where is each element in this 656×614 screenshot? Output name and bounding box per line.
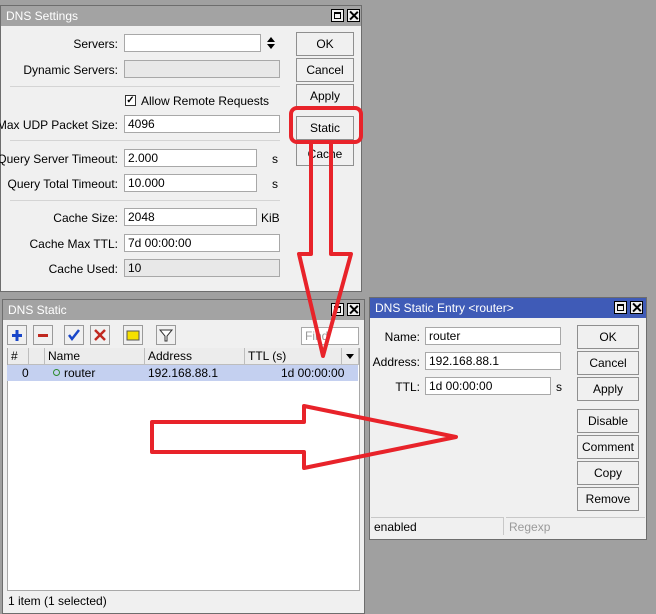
servers-label: Servers:	[73, 37, 118, 51]
cache-max-ttl-label: Cache Max TTL:	[29, 237, 118, 251]
allow-remote-label: Allow Remote Requests	[141, 94, 270, 108]
comment-button[interactable]	[123, 325, 143, 345]
maximize-icon[interactable]	[614, 301, 627, 314]
column-menu-button[interactable]	[342, 348, 359, 365]
dns-static-titlebar[interactable]: DNS Static	[3, 300, 364, 320]
cache-size-unit: KiB	[261, 211, 280, 225]
cache-button[interactable]: Cache	[296, 142, 354, 166]
separator	[10, 140, 280, 141]
entry-address-input[interactable]: 192.168.88.1	[425, 352, 561, 370]
x-icon	[94, 329, 106, 341]
filter-button[interactable]	[156, 325, 176, 345]
col-name-header[interactable]: Name	[45, 348, 145, 365]
entry-name-label: Name:	[384, 330, 420, 344]
seconds-unit: s	[272, 152, 278, 166]
query-server-timeout-input[interactable]: 2.000	[124, 149, 257, 167]
close-icon[interactable]	[347, 9, 360, 22]
separator	[10, 200, 280, 201]
table-area	[7, 348, 360, 591]
maximize-icon[interactable]	[331, 303, 344, 316]
cache-size-label: Cache Size:	[53, 211, 118, 225]
add-button[interactable]	[7, 325, 27, 345]
entry-address-label: Address:	[372, 355, 420, 369]
dynamic-servers-label: Dynamic Servers:	[23, 63, 118, 77]
entry-cancel-button[interactable]: Cancel	[577, 351, 639, 375]
entry-ok-button[interactable]: OK	[577, 325, 639, 349]
max-udp-label: Max UDP Packet Size:	[0, 118, 118, 132]
query-server-timeout-label: Query Server Timeout:	[0, 152, 118, 166]
cache-used-label: Cache Used:	[48, 262, 118, 276]
col-hash-header[interactable]: #	[8, 348, 29, 365]
entry-name-input[interactable]: router	[425, 327, 561, 345]
check-icon	[68, 329, 80, 342]
static-entry-titlebar[interactable]: DNS Static Entry <router>	[370, 298, 646, 318]
updown-icon[interactable]	[266, 36, 276, 50]
enabled-entry-icon	[53, 369, 60, 376]
separator	[10, 86, 280, 87]
entry-status-enabled: enabled	[371, 517, 504, 535]
close-icon[interactable]	[630, 301, 643, 314]
dns-settings-title: DNS Settings	[6, 9, 79, 23]
seconds-unit: s	[272, 177, 278, 191]
col-ttl-header[interactable]: TTL (s)	[245, 348, 342, 365]
cache-size-input[interactable]: 2048	[124, 208, 257, 226]
cancel-button[interactable]: Cancel	[296, 58, 354, 82]
disable-button[interactable]	[90, 325, 110, 345]
entry-status-regexp: Regexp	[506, 517, 645, 535]
entry-remove-button[interactable]: Remove	[577, 487, 639, 511]
dropdown-icon	[346, 354, 354, 359]
dns-static-status: 1 item (1 selected)	[8, 594, 107, 608]
filter-icon	[158, 329, 174, 342]
minus-icon	[38, 334, 48, 337]
close-icon[interactable]	[347, 303, 360, 316]
note-icon	[126, 330, 140, 341]
static-entry-title: DNS Static Entry <router>	[375, 301, 514, 315]
entry-ttl-input[interactable]: 1d 00:00:00	[425, 377, 551, 395]
entry-disable-button[interactable]: Disable	[577, 409, 639, 433]
entry-copy-button[interactable]: Copy	[577, 461, 639, 485]
plus-icon	[12, 330, 22, 341]
servers-input[interactable]	[124, 34, 261, 52]
enable-button[interactable]	[64, 325, 84, 345]
apply-button[interactable]: Apply	[296, 84, 354, 108]
dynamic-servers-field	[124, 60, 280, 78]
entry-ttl-label: TTL:	[395, 380, 420, 394]
entry-comment-button[interactable]: Comment	[577, 435, 639, 459]
find-input[interactable]: Find	[301, 327, 359, 345]
row-address: 192.168.88.1	[148, 366, 219, 380]
maximize-icon[interactable]	[331, 9, 344, 22]
ok-button[interactable]: OK	[296, 32, 354, 56]
row-index: 0	[22, 366, 29, 380]
max-udp-input[interactable]: 4096	[124, 115, 280, 133]
remove-button[interactable]	[33, 325, 53, 345]
dns-settings-titlebar[interactable]: DNS Settings	[1, 6, 361, 26]
entry-apply-button[interactable]: Apply	[577, 377, 639, 401]
entry-ttl-unit: s	[556, 380, 562, 394]
dns-static-title: DNS Static	[8, 303, 67, 317]
table-row[interactable]: 0 router 192.168.88.1 1d 00:00:00	[7, 365, 358, 381]
allow-remote-checkbox[interactable]: ✓	[125, 95, 136, 106]
static-button[interactable]: Static	[296, 116, 354, 140]
cache-max-ttl-input[interactable]: 7d 00:00:00	[124, 234, 280, 252]
cache-used-field: 10	[124, 259, 280, 277]
col-address-header[interactable]: Address	[145, 348, 245, 365]
col-blank-header[interactable]	[29, 348, 45, 365]
row-name: router	[64, 366, 96, 380]
query-total-timeout-label: Query Total Timeout:	[7, 177, 119, 191]
row-ttl: 1d 00:00:00	[281, 366, 345, 380]
find-placeholder: Find	[305, 329, 329, 343]
query-total-timeout-input[interactable]: 10.000	[124, 174, 257, 192]
